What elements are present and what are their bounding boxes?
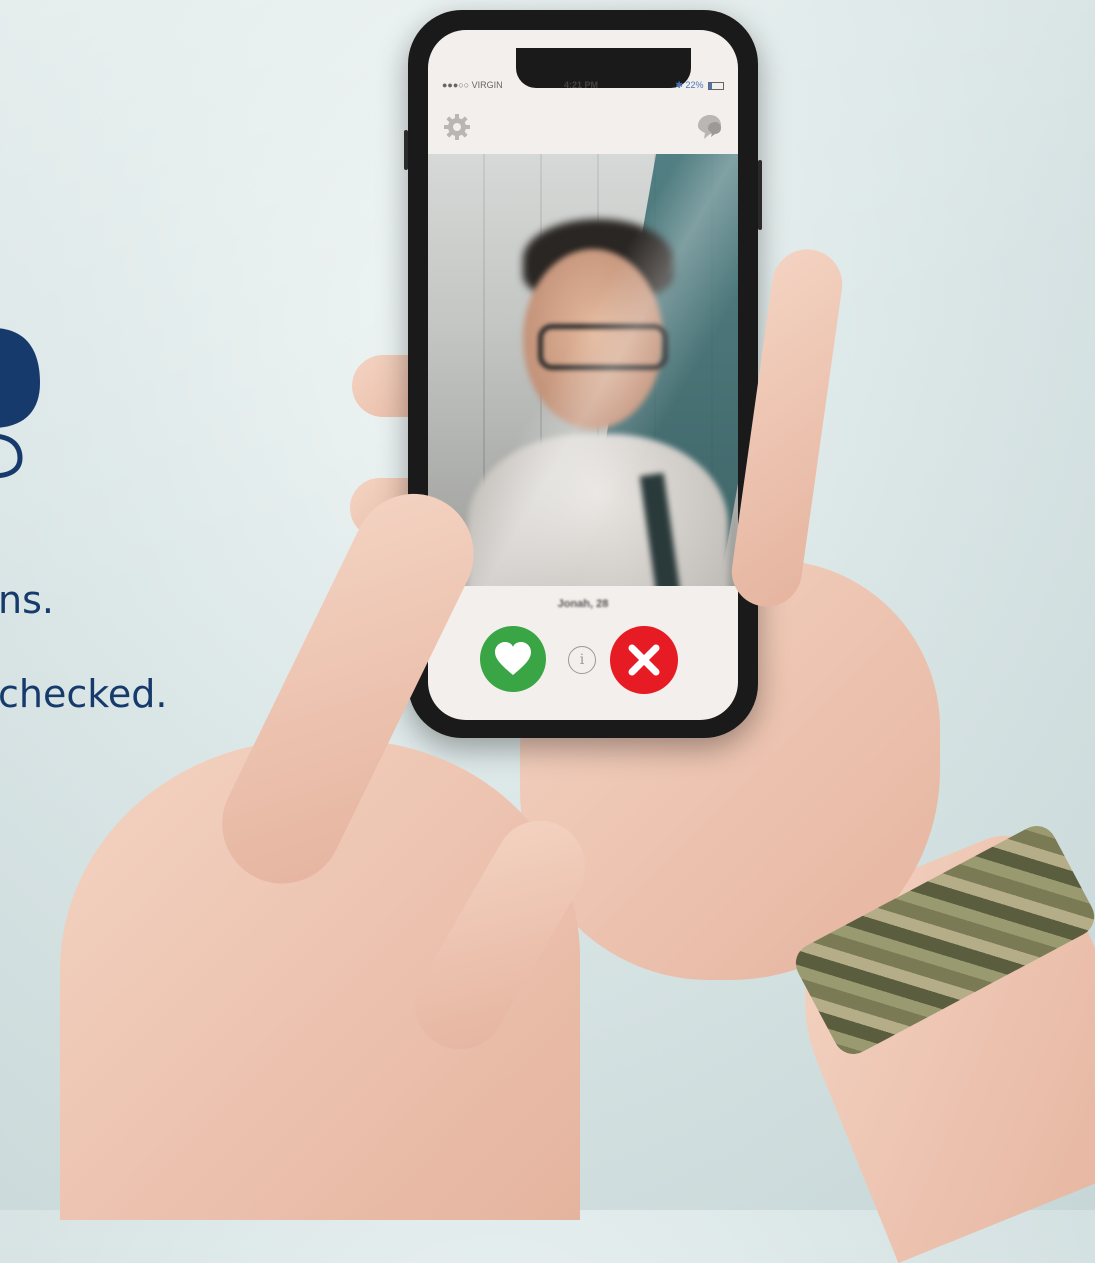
info-button[interactable]: i	[568, 646, 596, 674]
status-time: 4:21 PM	[564, 80, 599, 90]
app-toolbar	[428, 110, 738, 150]
chat-icon[interactable]	[694, 112, 724, 142]
volume-button	[404, 130, 408, 170]
side-text-line1: ns.	[0, 578, 54, 622]
side-button	[758, 160, 762, 230]
heart-icon	[495, 642, 531, 675]
status-bar: ●●●○○ VIRGIN 4:21 PM ✱ 22%	[428, 80, 738, 96]
status-carrier: ●●●○○ VIRGIN	[442, 80, 503, 90]
gear-icon[interactable]	[442, 112, 472, 142]
bluetooth-icon: ✱	[675, 80, 683, 90]
battery-icon	[708, 81, 724, 90]
status-battery: ✱ 22%	[675, 80, 724, 91]
profile-photo[interactable]	[428, 154, 738, 586]
like-button[interactable]	[480, 626, 546, 692]
partial-logo-glyph	[0, 328, 40, 478]
phone: ●●●○○ VIRGIN 4:21 PM ✱ 22% Jonah, 28 i	[404, 10, 762, 738]
side-text-line2: checked.	[0, 672, 168, 716]
close-icon	[628, 644, 660, 676]
swipe-actions: i	[428, 624, 738, 694]
profile-name: Jonah, 28	[557, 598, 609, 610]
battery-percent: 22%	[685, 80, 704, 90]
phone-screen: ●●●○○ VIRGIN 4:21 PM ✱ 22% Jonah, 28 i	[428, 30, 738, 720]
nope-button[interactable]	[610, 626, 678, 694]
